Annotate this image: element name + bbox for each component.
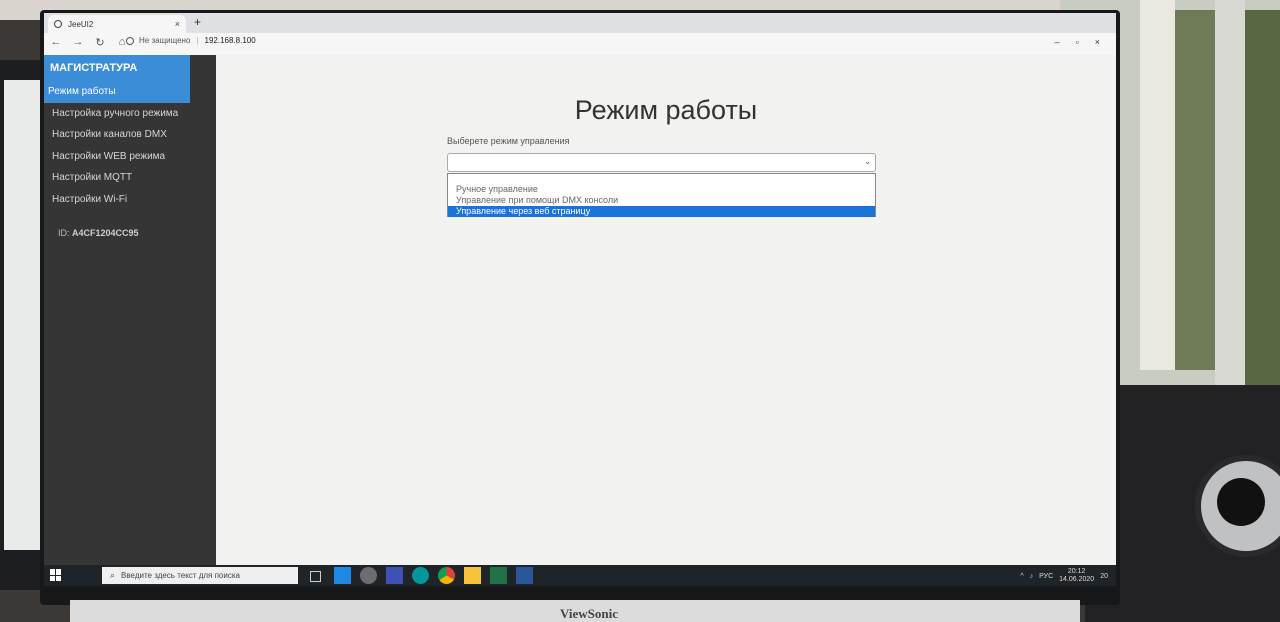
minimize-icon[interactable]: –: [1055, 37, 1060, 47]
security-label: Не защищено: [139, 36, 191, 45]
save-icon[interactable]: [386, 567, 403, 584]
mode-select[interactable]: ⌄: [447, 153, 876, 172]
info-icon[interactable]: [126, 36, 134, 45]
window-trees-right: [1245, 10, 1280, 390]
tab-title: JeeUI2: [68, 19, 94, 29]
option-dmx[interactable]: Управление при помощи DMX консоли: [448, 195, 875, 206]
sidebar-item-mqtt[interactable]: Настройки MQTT: [44, 167, 216, 189]
clock[interactable]: 20:12 14.06.2020: [1059, 568, 1094, 584]
sidebar-item-mode[interactable]: Режим работы: [44, 81, 190, 103]
sidebar-item-dmx[interactable]: Настройки каналов DMX: [44, 124, 216, 146]
sidebar-brand[interactable]: МАГИСТРАТУРА: [44, 55, 190, 81]
taskbar-apps: [306, 567, 533, 586]
vscode-icon[interactable]: [334, 567, 351, 584]
tab-close-icon[interactable]: ×: [175, 19, 180, 29]
tab-strip: JeeUI2 × +: [44, 13, 1116, 33]
sidebar-item-web[interactable]: Настройки WEB режима: [44, 146, 216, 168]
screen: JeeUI2 × + ← → ↻ ⌂ Не защищено | 192.168…: [44, 13, 1116, 586]
main-content: Режим работы Выберете режим управления ⌄…: [216, 55, 1116, 565]
sidebar: МАГИСТРАТУРА Режим работы Настройка ручн…: [44, 55, 216, 565]
clock-time: 20:12: [1067, 568, 1086, 575]
window-frame-right: [1215, 0, 1245, 400]
file-explorer-icon[interactable]: [464, 567, 481, 584]
sidebar-item-manual[interactable]: Настройка ручного режима: [44, 103, 216, 125]
close-window-icon[interactable]: ×: [1095, 37, 1100, 47]
address-separator: |: [196, 36, 199, 45]
select-label: Выберете режим управления: [447, 136, 570, 146]
language-indicator[interactable]: РУС: [1039, 573, 1053, 580]
monitor-brand: ViewSonic: [560, 606, 619, 621]
nav-buttons: ← → ↻ ⌂: [50, 36, 128, 49]
device-id-label: ID:: [58, 228, 70, 238]
taskbar-search[interactable]: ⌕ Введите здесь текст для поиска: [102, 567, 298, 584]
url-text[interactable]: 192.168.8.100: [205, 36, 256, 45]
new-tab-button[interactable]: +: [194, 15, 201, 29]
sidebar-item-wifi[interactable]: Настройки Wi-Fi: [44, 189, 216, 211]
browser-toolbar: ← → ↻ ⌂ Не защищено | 192.168.8.100: [44, 33, 1116, 56]
chrome-icon[interactable]: [438, 567, 455, 584]
second-monitor-screen: [4, 80, 40, 550]
tray-chevron-icon[interactable]: ^: [1020, 573, 1023, 580]
taskbar: ⌕ Введите здесь текст для поиска ^ ♪ РУС…: [44, 565, 1116, 586]
word-icon[interactable]: [516, 567, 533, 584]
forward-icon[interactable]: →: [72, 36, 84, 49]
window-controls: – ▫ ×: [1055, 37, 1100, 47]
address-bar[interactable]: Не защищено | 192.168.8.100: [126, 36, 256, 45]
page-title: Режим работы: [574, 95, 758, 125]
task-view-icon[interactable]: [310, 571, 321, 582]
search-placeholder: Введите здесь текст для поиска: [121, 571, 240, 580]
system-tray: ^ ♪ РУС 20:12 14.06.2020 20: [1020, 568, 1108, 584]
speaker-dome: [1217, 478, 1265, 526]
window-frame: [1140, 0, 1175, 370]
back-icon[interactable]: ←: [50, 36, 62, 49]
option-manual[interactable]: Ручное управление: [448, 184, 875, 195]
excel-icon[interactable]: [490, 567, 507, 584]
search-icon: ⌕: [110, 570, 116, 580]
app-icon[interactable]: [360, 567, 377, 584]
option-web[interactable]: Управление через веб страницу: [448, 206, 875, 217]
notifications-count[interactable]: 20: [1100, 573, 1108, 580]
windows-start-icon[interactable]: [50, 569, 62, 581]
device-id: ID: A4CF1204CC95: [44, 228, 216, 238]
clock-date: 14.06.2020: [1059, 576, 1095, 583]
browser-tab[interactable]: JeeUI2 ×: [48, 15, 186, 33]
mode-dropdown: Ручное управление Управление при помощи …: [447, 173, 876, 217]
reload-icon[interactable]: ↻: [94, 36, 106, 49]
maximize-icon[interactable]: ▫: [1076, 37, 1079, 47]
globe-icon: [54, 20, 62, 28]
chevron-down-icon[interactable]: ⌄: [864, 157, 871, 166]
volume-icon[interactable]: ♪: [1030, 573, 1034, 580]
arduino-icon[interactable]: [412, 567, 429, 584]
window-trees: [1175, 10, 1215, 370]
device-id-value: A4CF1204CC95: [72, 228, 139, 238]
